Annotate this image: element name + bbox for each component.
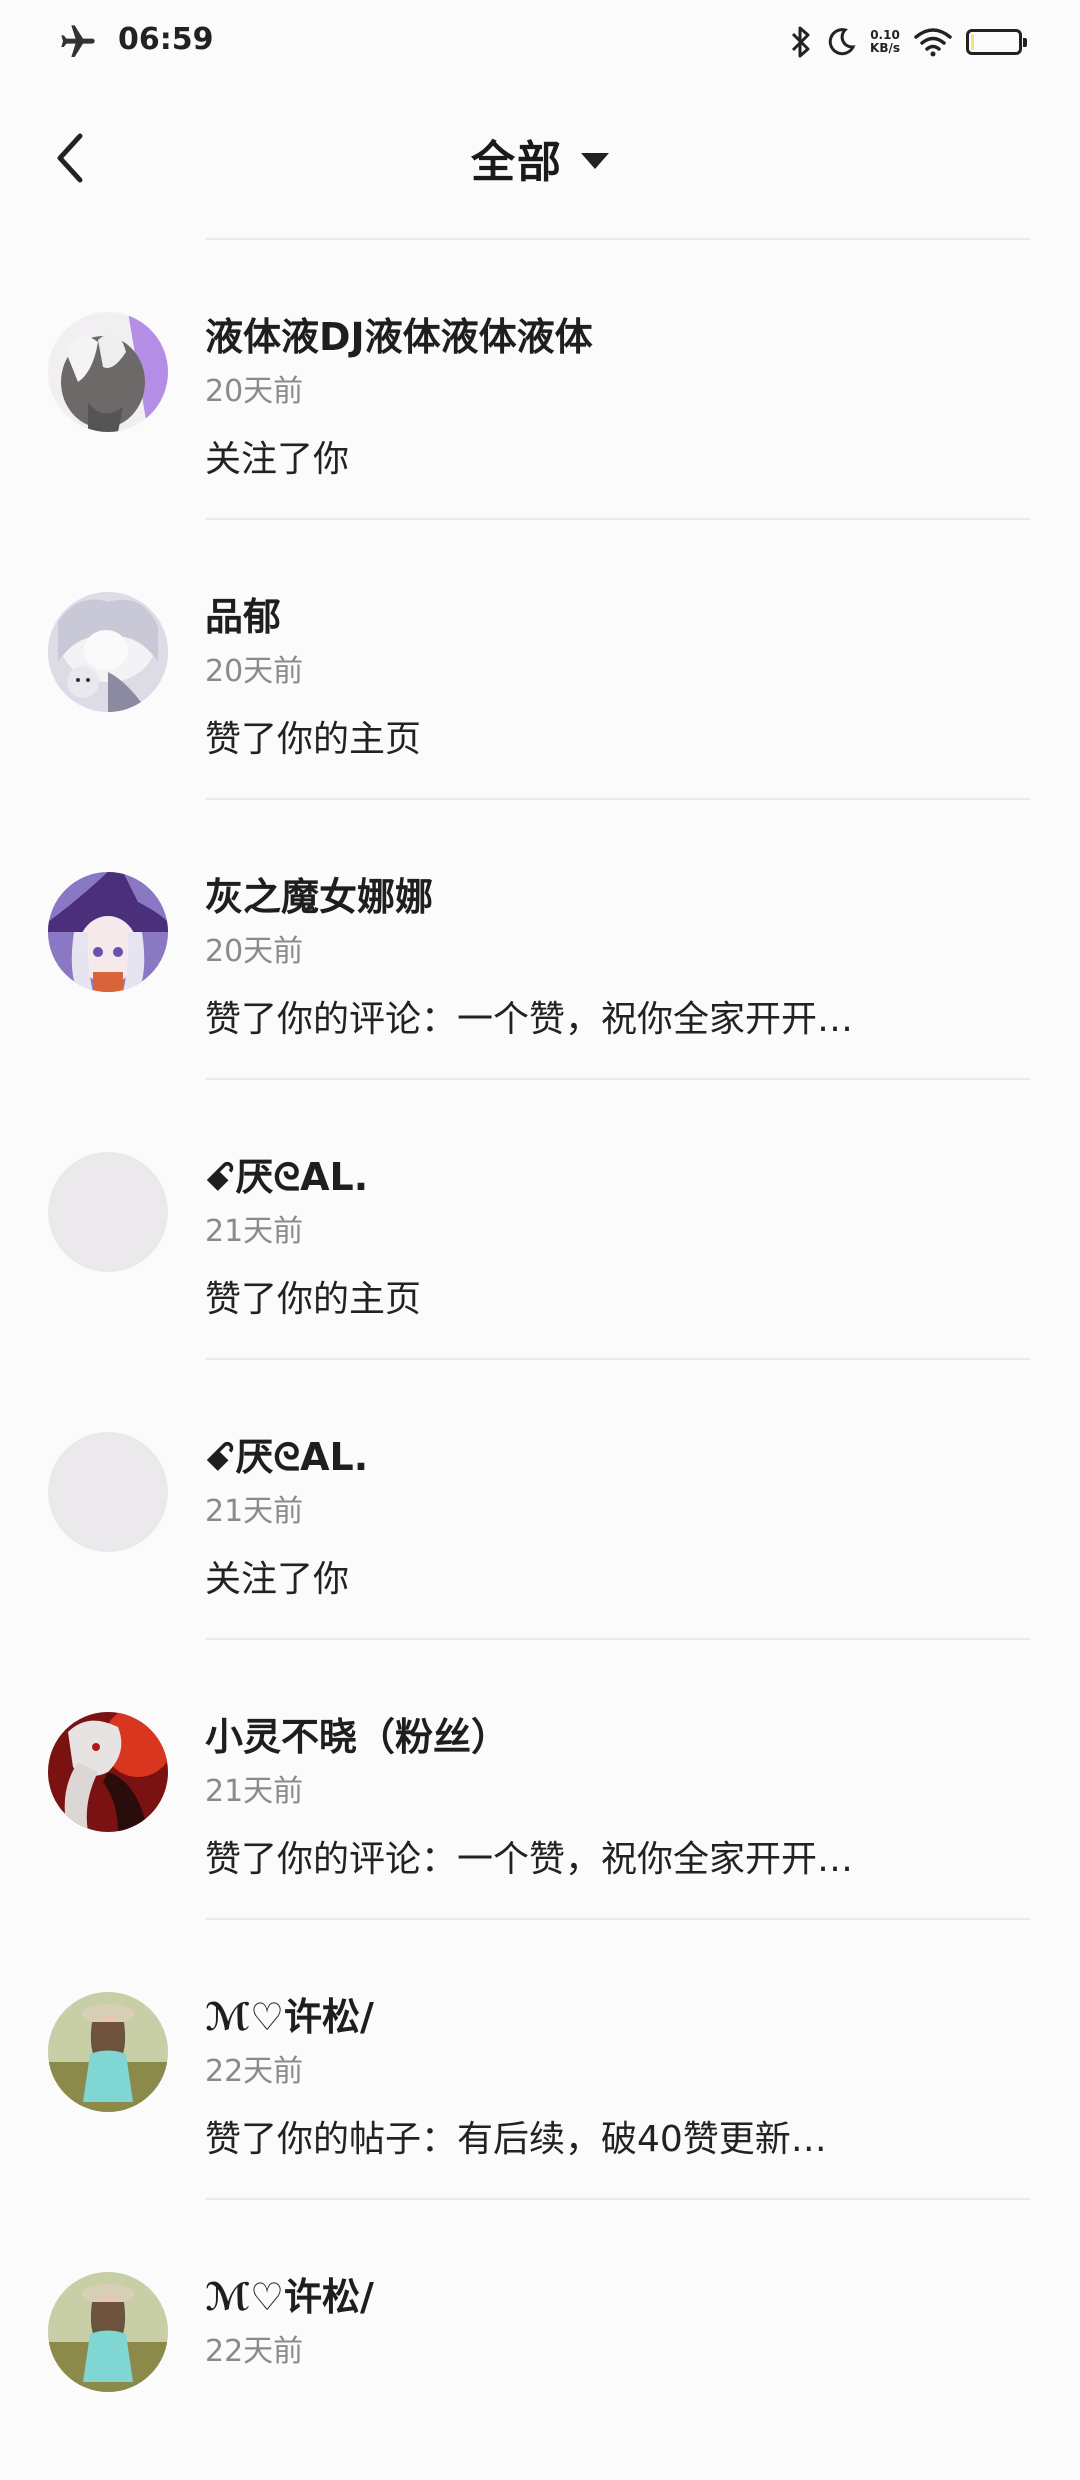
avatar[interactable]: [48, 1152, 168, 1272]
list-item[interactable]: ℳ♡许松/ 22天前: [0, 2200, 1080, 2480]
notification-time: 22天前: [205, 2054, 304, 2089]
notification-time: 22天前: [205, 2334, 304, 2369]
avatar[interactable]: [48, 1432, 168, 1552]
avatar[interactable]: [48, 1992, 168, 2112]
sender-name[interactable]: ꗃ厌ᘓAL.: [205, 1146, 368, 1201]
notification-action: 关注了你: [205, 1559, 350, 1600]
filter-dropdown[interactable]: 全部: [0, 118, 1080, 198]
sender-name[interactable]: 灰之魔女娜娜: [205, 866, 433, 921]
airplane-icon: [58, 22, 98, 62]
avatar[interactable]: [48, 592, 168, 712]
sender-name[interactable]: 小灵不晓（粉丝）: [205, 1706, 509, 1761]
sender-name[interactable]: ℳ♡许松/: [205, 1986, 374, 2041]
sender-name[interactable]: 液体液DJ液体液体液体: [205, 306, 593, 361]
notification-action: 赞了你的主页: [205, 719, 422, 760]
notification-list: 液体液DJ液体液体液体 20天前 关注了你 品郁 20天前 赞了你的主页 灰之魔…: [0, 240, 1080, 2480]
sender-name[interactable]: ℳ♡许松/: [205, 2266, 374, 2321]
list-item[interactable]: ℳ♡许松/ 22天前 赞了你的帖子：有后续，破40赞更新…: [0, 1920, 1080, 2200]
avatar[interactable]: [48, 872, 168, 992]
moon-icon: [826, 27, 856, 57]
bluetooth-icon: [790, 25, 812, 59]
notification-time: 20天前: [205, 374, 304, 409]
avatar[interactable]: [48, 1712, 168, 1832]
battery-icon: [966, 29, 1027, 55]
notification-time: 21天前: [205, 1214, 304, 1249]
list-item[interactable]: ꗃ厌ᘓAL. 21天前 赞了你的主页: [0, 1080, 1080, 1360]
battery-level: [971, 34, 974, 50]
sender-name[interactable]: 品郁: [205, 586, 281, 641]
caret-down-icon: [581, 153, 609, 169]
wifi-icon: [914, 27, 952, 57]
notification-action: 赞了你的评论：一个赞，祝你全家开开…: [205, 999, 854, 1040]
notification-time: 21天前: [205, 1774, 304, 1809]
page-title: 全部: [471, 137, 563, 188]
avatar[interactable]: [48, 2272, 168, 2392]
notification-time: 20天前: [205, 654, 304, 689]
network-speed: 0.10 KB/s: [870, 29, 900, 55]
header: 全部: [0, 80, 1080, 230]
status-time: 06:59: [118, 22, 214, 57]
list-item[interactable]: ꗃ厌ᘓAL. 21天前 关注了你: [0, 1360, 1080, 1640]
notification-time: 21天前: [205, 1494, 304, 1529]
avatar[interactable]: [48, 312, 168, 432]
notification-time: 20天前: [205, 934, 304, 969]
network-speed-unit: KB/s: [870, 41, 900, 55]
list-item[interactable]: 液体液DJ液体液体液体 20天前 关注了你: [0, 240, 1080, 520]
list-item[interactable]: 品郁 20天前 赞了你的主页: [0, 520, 1080, 800]
notification-action: 赞了你的评论：一个赞，祝你全家开开…: [205, 1839, 854, 1880]
notification-action: 赞了你的主页: [205, 1279, 422, 1320]
list-item[interactable]: 小灵不晓（粉丝） 21天前 赞了你的评论：一个赞，祝你全家开开…: [0, 1640, 1080, 1920]
list-item[interactable]: 灰之魔女娜娜 20天前 赞了你的评论：一个赞，祝你全家开开…: [0, 800, 1080, 1080]
status-bar: 06:59 0.10 KB/s: [0, 0, 1080, 80]
notification-action: 关注了你: [205, 439, 350, 480]
sender-name[interactable]: ꗃ厌ᘓAL.: [205, 1426, 368, 1481]
notification-action: 赞了你的帖子：有后续，破40赞更新…: [205, 2119, 827, 2160]
